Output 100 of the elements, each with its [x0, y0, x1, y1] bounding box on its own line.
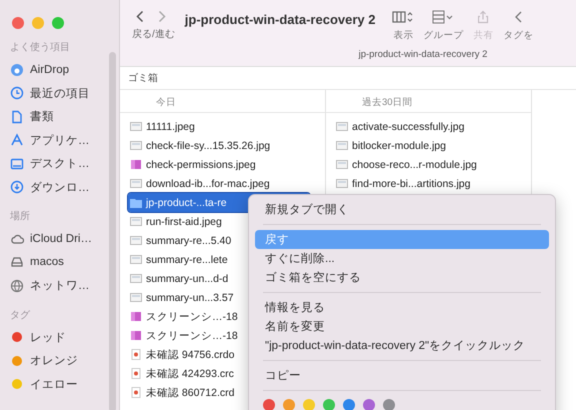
file-name: 未確認 424293.crc [146, 366, 234, 380]
file-name: activate-successfully.jpg [352, 120, 464, 132]
view-icon [392, 10, 414, 24]
sidebar-item[interactable]: アプリケ… [8, 128, 109, 152]
sidebar-item[interactable]: iCloud Dri… [8, 227, 109, 250]
file-name: summary-un...d-d [146, 272, 228, 284]
image-file-icon [130, 216, 142, 227]
image-thumbnail-icon [130, 159, 142, 170]
tag-color-dot[interactable] [303, 399, 315, 410]
file-name: download-ib...for-mac.jpeg [146, 178, 270, 190]
sidebar-section-heading: タグ [10, 308, 31, 322]
close-button[interactable] [12, 17, 24, 29]
sidebar-item[interactable]: 最近の項目 [8, 82, 109, 105]
column-heading: 今日 [156, 96, 176, 108]
share-icon [478, 10, 489, 24]
file-item[interactable]: find-more-bi...artitions.jpg [334, 174, 516, 193]
toolbar-button[interactable]: タグを [503, 10, 534, 42]
sidebar-item-label: 最近の項目 [30, 86, 90, 101]
sidebar-section-heading: よく使う項目 [10, 41, 71, 54]
tag-color-dot[interactable] [383, 399, 395, 410]
download-file-icon [130, 368, 142, 379]
file-item[interactable]: choose-reco...r-module.jpg [334, 155, 516, 174]
sidebar-item[interactable]: AirDrop [8, 58, 109, 82]
sidebar-item-label: macos [30, 256, 64, 268]
sidebar-item[interactable]: オレンジ [8, 349, 109, 372]
airdrop-icon [10, 62, 24, 77]
toolbar-button[interactable]: グループ [423, 10, 464, 42]
tab-title: jp-product-win-data-recovery 2 [357, 49, 488, 60]
globe-icon [10, 278, 24, 293]
toolbar-button[interactable]: 表示 [389, 10, 418, 42]
image-file-icon [130, 178, 142, 189]
image-file-icon [130, 235, 142, 246]
menu-item[interactable]: "jp-product-win-data-recovery 2"をクイックルック [255, 336, 549, 355]
nav-label: 戻る/進む [132, 28, 175, 41]
file-item[interactable]: download-ib...for-mac.jpeg [128, 174, 310, 193]
download-file-icon [130, 387, 142, 398]
window-title: jp-product-win-data-recovery 2 [184, 12, 376, 27]
file-name: 未確認 94756.crdo [146, 348, 234, 362]
file-item[interactable]: check-file-sy...15.35.26.jpg [128, 136, 310, 155]
sidebar-item[interactable]: デスクト… [8, 152, 109, 176]
tag-color-dot[interactable] [283, 399, 295, 410]
sidebar-item[interactable]: 書類 [8, 105, 109, 128]
doc-icon [10, 110, 24, 124]
file-name: スクリーンシ…-18 [146, 328, 238, 342]
file-name: check-permissions.jpeg [146, 158, 256, 170]
sidebar-section-heading: 場所 [10, 210, 31, 223]
file-name: 11111.jpeg [146, 120, 195, 132]
image-file-icon [336, 121, 348, 132]
sidebar-item-label: イエロー [30, 378, 78, 392]
path-label: ゴミ箱 [128, 72, 158, 85]
menu-item[interactable]: 名前を変更 [255, 317, 549, 336]
folder-icon [130, 197, 142, 208]
tag-color-dot[interactable] [343, 399, 355, 410]
sidebar-item[interactable]: レッド [8, 326, 109, 349]
sidebar-item[interactable]: ネットワ… [8, 274, 109, 298]
sidebar-item-label: ダウンロ… [30, 180, 90, 195]
tag-color-dot[interactable] [323, 399, 335, 410]
menu-item[interactable]: 情報を見る [255, 298, 549, 317]
clock-icon [10, 86, 24, 100]
sidebar-item[interactable]: ダウンロ… [8, 176, 109, 199]
sidebar-item[interactable]: macos [8, 250, 109, 274]
download-icon [10, 180, 24, 194]
file-name: summary-re...5.40 [146, 234, 232, 246]
sidebar-item-label: 書類 [30, 110, 54, 124]
tag-color-dot[interactable] [363, 399, 375, 410]
menu-item[interactable]: コピー [255, 366, 549, 385]
menu-item[interactable]: すぐに削除... [255, 249, 549, 268]
image-file-icon [130, 273, 142, 284]
file-item[interactable]: activate-successfully.jpg [334, 117, 516, 136]
sidebar-item-label: AirDrop [30, 64, 69, 76]
file-name: jp-product-...ta-re [146, 196, 227, 208]
image-file-icon [336, 159, 348, 170]
file-item[interactable]: check-permissions.jpeg [128, 155, 310, 174]
sidebar-item[interactable]: イエロー [8, 372, 109, 396]
sidebar-item-label: デスクト… [30, 157, 90, 172]
file-name: bitlocker-module.jpg [352, 140, 446, 152]
file-name: choose-reco...r-module.jpg [352, 158, 477, 170]
file-item[interactable]: bitlocker-module.jpg [334, 136, 516, 155]
tag-color-dot[interactable] [263, 399, 275, 410]
back-icon[interactable] [136, 10, 144, 23]
file-item[interactable]: 11111.jpeg [128, 117, 310, 136]
file-name: summary-re...lete [146, 254, 228, 266]
apps-icon [10, 133, 24, 148]
forward-icon[interactable] [158, 10, 166, 23]
image-thumbnail-icon [130, 330, 142, 341]
group-icon [432, 10, 454, 24]
file-name: check-file-sy...15.35.26.jpg [146, 140, 270, 152]
download-file-icon [130, 349, 142, 360]
sidebar-item-label: ネットワ… [30, 279, 90, 294]
file-name: スクリーンシ…-18 [146, 310, 238, 324]
menu-item[interactable]: ゴミ箱を空にする [255, 268, 549, 287]
scrollbar[interactable] [109, 52, 116, 410]
sidebar-item-label: レッド [30, 330, 66, 345]
sidebar-item-label: iCloud Dri… [30, 232, 92, 245]
column-heading: 過去30日間 [362, 96, 413, 108]
zoom-button[interactable] [52, 17, 64, 29]
file-item[interactable]: 未確認 860712.crd [128, 383, 310, 402]
sidebar-item-label: アプリケ… [30, 133, 90, 148]
image-file-icon [336, 178, 348, 189]
minimize-button[interactable] [32, 17, 44, 29]
